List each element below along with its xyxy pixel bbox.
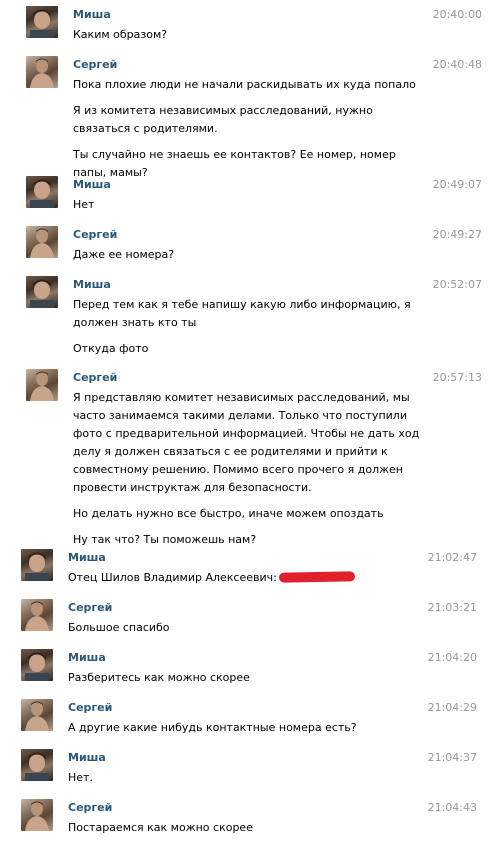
message-text: Большое спасибо xyxy=(68,619,448,645)
message-text: Каким образом? xyxy=(73,26,433,52)
author-name[interactable]: Миша xyxy=(68,551,106,564)
message-paragraph: Откуда фото xyxy=(73,342,149,355)
message-paragraph: Перед тем как я тебе напишу какую либо и… xyxy=(73,298,411,329)
redaction-mark xyxy=(278,571,355,583)
message-text: А другие какие нибудь контактные номера … xyxy=(68,719,448,745)
message-text: Постараемся как можно скорее xyxy=(68,819,448,845)
message-text: Пока плохие люди не начали раскидывать и… xyxy=(73,76,425,190)
author-name[interactable]: Миша xyxy=(68,751,106,764)
author-name[interactable]: Миша xyxy=(73,178,111,191)
message-text: Нет xyxy=(73,196,433,222)
avatar[interactable] xyxy=(26,6,58,38)
timestamp: 20:57:13 xyxy=(432,371,482,384)
message-paragraph: Нет xyxy=(73,198,95,211)
author-name[interactable]: Сергей xyxy=(68,701,112,714)
timestamp: 20:52:07 xyxy=(432,278,482,291)
message-text: Отец Шилов Владимир Алексеевич: xyxy=(68,569,448,595)
author-name[interactable]: Миша xyxy=(73,8,111,21)
timestamp: 20:40:48 xyxy=(432,58,482,71)
avatar[interactable] xyxy=(21,599,53,631)
timestamp: 21:04:20 xyxy=(427,651,477,664)
message-text: Я представляю комитет независимых рассле… xyxy=(73,389,425,557)
avatar[interactable] xyxy=(26,226,58,258)
author-name[interactable]: Сергей xyxy=(68,801,112,814)
timestamp: 21:04:43 xyxy=(427,801,477,814)
message-paragraph-text: Отец Шилов Владимир Алексеевич: xyxy=(68,571,277,584)
message-text: Перед тем как я тебе напишу какую либо и… xyxy=(73,296,423,366)
avatar[interactable] xyxy=(21,699,53,731)
message-text: Нет. xyxy=(68,769,448,795)
message-paragraph: Я представляю комитет независимых рассле… xyxy=(73,391,420,494)
timestamp: 20:49:07 xyxy=(432,178,482,191)
timestamp: 21:04:37 xyxy=(427,751,477,764)
message-paragraph: Большое спасибо xyxy=(68,621,170,634)
avatar[interactable] xyxy=(26,56,58,88)
timestamp: 21:03:21 xyxy=(427,601,477,614)
timestamp: 20:40:00 xyxy=(432,8,482,21)
message-paragraph: Ну так что? Ты поможешь нам? xyxy=(73,533,257,546)
avatar[interactable] xyxy=(21,799,53,831)
timestamp: 21:04:29 xyxy=(427,701,477,714)
avatar[interactable] xyxy=(21,649,53,681)
author-name[interactable]: Сергей xyxy=(68,601,112,614)
message-paragraph: Разберитесь как можно скорее xyxy=(68,671,250,684)
message-paragraph: Пока плохие люди не начали раскидывать и… xyxy=(73,78,416,91)
avatar[interactable] xyxy=(26,369,58,401)
message-paragraph: А другие какие нибудь контактные номера … xyxy=(68,721,357,734)
author-name[interactable]: Миша xyxy=(73,278,111,291)
avatar[interactable] xyxy=(21,749,53,781)
message-paragraph: Каким образом? xyxy=(73,28,168,41)
message-paragraph: Отец Шилов Владимир Алексеевич: xyxy=(68,569,448,587)
timestamp: 21:02:47 xyxy=(427,551,477,564)
message-text: Разберитесь как можно скорее xyxy=(68,669,448,695)
message-paragraph: Нет. xyxy=(68,771,93,784)
message-paragraph: Ты случайно не знаешь ее контактов? Ее н… xyxy=(73,148,396,179)
author-name[interactable]: Сергей xyxy=(73,371,117,384)
author-name[interactable]: Миша xyxy=(68,651,106,664)
avatar[interactable] xyxy=(26,176,58,208)
message-paragraph: Постараемся как можно скорее xyxy=(68,821,253,834)
avatar[interactable] xyxy=(26,276,58,308)
message-paragraph: Но делать нужно все быстро, иначе можем … xyxy=(73,507,384,520)
author-name[interactable]: Сергей xyxy=(73,228,117,241)
timestamp: 20:49:27 xyxy=(432,228,482,241)
message-paragraph: Я из комитета независимых расследований,… xyxy=(73,104,373,135)
avatar[interactable] xyxy=(21,549,53,581)
message-paragraph: Даже ее номера? xyxy=(73,248,175,261)
message-text: Даже ее номера? xyxy=(73,246,433,272)
author-name[interactable]: Сергей xyxy=(73,58,117,71)
